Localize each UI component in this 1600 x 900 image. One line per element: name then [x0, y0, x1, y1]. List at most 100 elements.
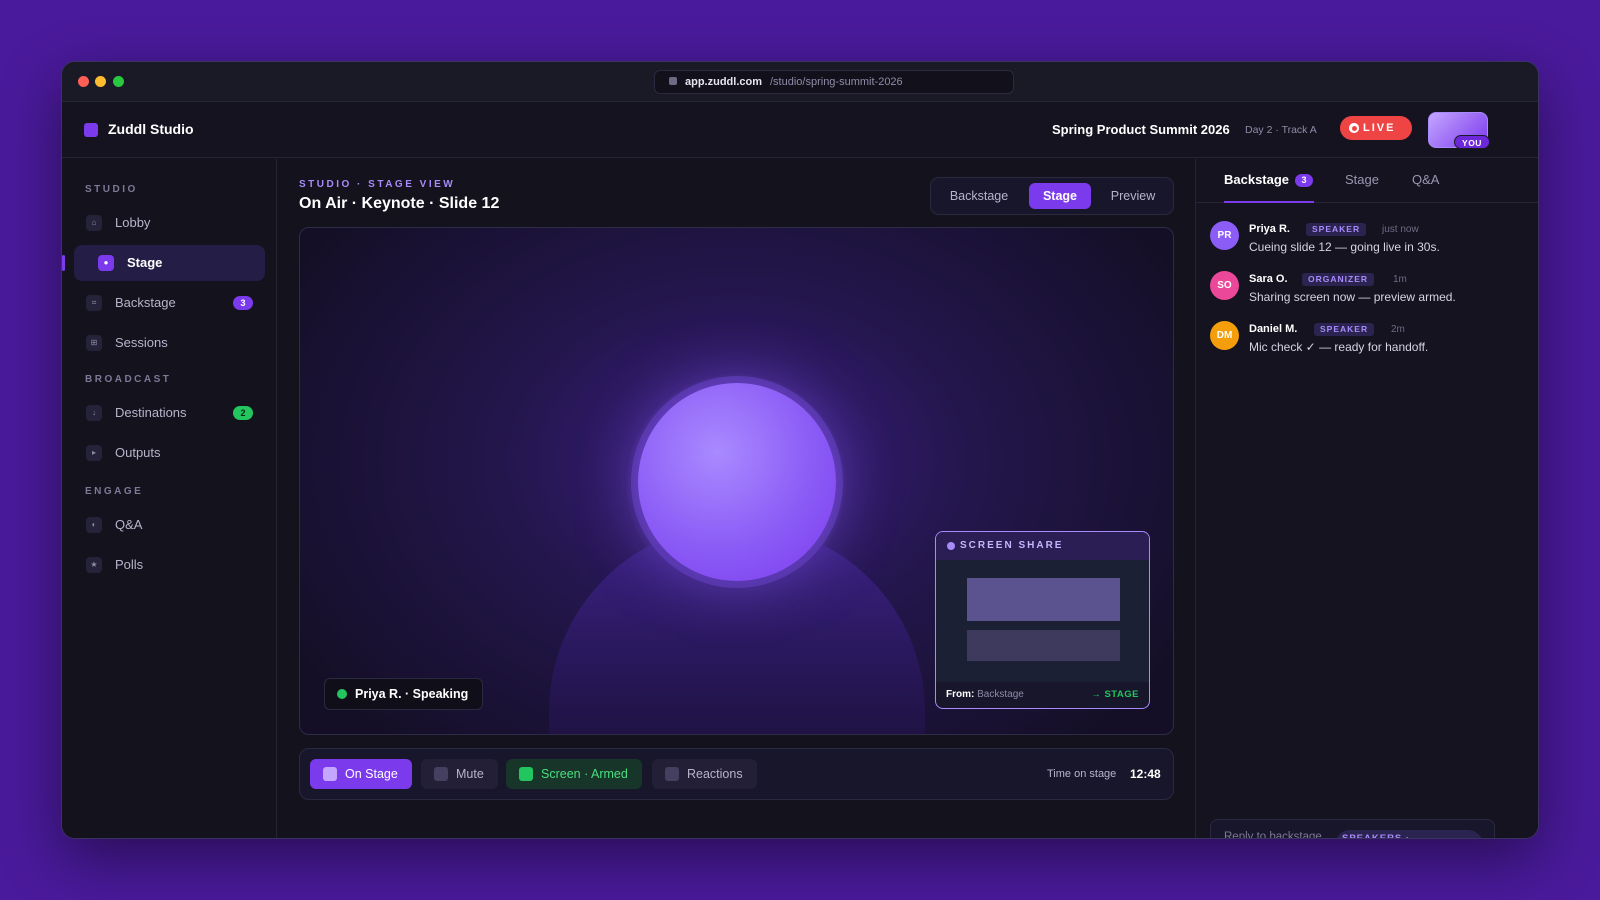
sidebar-section-engage: ENGAGE	[85, 486, 144, 497]
sidebar-item-backstage[interactable]: ⌗ Backstage 3	[74, 285, 265, 321]
screen-icon	[519, 767, 533, 781]
message-author: Daniel M.	[1249, 323, 1298, 335]
sidebar-item-label: Destinations	[115, 405, 187, 420]
backstage-count-badge: 3	[233, 296, 253, 310]
sidebar-item-label: Q&A	[115, 517, 143, 532]
close-window-button[interactable]	[78, 76, 89, 87]
chat-message: PR Priya R. SPEAKER just now Cueing slid…	[1210, 221, 1494, 265]
destinations-count-badge: 2	[233, 406, 253, 420]
tab-preview-view[interactable]: Preview	[1097, 183, 1169, 209]
message-time: 1m	[1393, 274, 1407, 285]
sidebar-item-label: Outputs	[115, 445, 161, 460]
on-stage-button[interactable]: On Stage	[310, 759, 412, 789]
maximize-window-button[interactable]	[113, 76, 124, 87]
message-author: Sara O.	[1249, 273, 1288, 285]
you-badge: YOU	[1454, 135, 1490, 149]
screen-share-preview[interactable]: SCREEN SHARE From: Backstage → STAGE	[935, 531, 1150, 709]
sidebar: STUDIO ⌂ Lobby ● Stage ⌗ Backstage 3 ⊞ S…	[62, 159, 277, 838]
active-tab-indicator	[1224, 201, 1314, 203]
tab-stage-view[interactable]: Stage	[1029, 183, 1091, 209]
screen-armed-label: Screen · Armed	[541, 767, 628, 781]
app-name: Zuddl Studio	[108, 121, 194, 137]
home-icon: ⌂	[86, 215, 102, 231]
chat-panel: Backstage 3 Stage Q&A PR Priya R. SPEAKER…	[1195, 159, 1538, 838]
stage-video[interactable]: Priya R. · Speaking SCREEN SHARE From: B…	[299, 227, 1174, 735]
tab-qa-chat[interactable]: Q&A	[1412, 172, 1439, 187]
destinations-icon: ↓	[86, 405, 102, 421]
sidebar-item-stage[interactable]: ● Stage	[62, 245, 265, 281]
message-time: just now	[1382, 224, 1419, 235]
lock-icon	[669, 77, 677, 85]
sidebar-item-qa[interactable]: ◐ Q&A	[74, 507, 265, 543]
sessions-icon: ⊞	[86, 335, 102, 351]
speaker-name-tag: Priya R. · Speaking	[324, 678, 484, 710]
role-badge: SPEAKER	[1306, 223, 1367, 236]
sidebar-item-label: Backstage	[115, 295, 176, 310]
tab-label: Backstage	[1224, 172, 1290, 187]
on-stage-label: On Stage	[345, 767, 398, 781]
avatar: SO	[1210, 271, 1239, 300]
screen-share-title: SCREEN SHARE	[960, 540, 1064, 551]
tab-backstage-view[interactable]: Backstage	[937, 183, 1021, 209]
message-text: Cueing slide 12 — going live in 30s.	[1249, 240, 1440, 254]
sidebar-item-label: Lobby	[115, 215, 151, 230]
sidebar-section-studio: STUDIO	[85, 184, 138, 195]
chat-tabs: Backstage 3 Stage Q&A	[1196, 159, 1538, 203]
screen-share-from-label: From:	[946, 689, 975, 700]
speaker-silhouette-head	[638, 383, 836, 581]
tab-stage-chat[interactable]: Stage	[1345, 172, 1379, 187]
chat-message: SO Sara O. ORGANIZER 1m Sharing screen n…	[1210, 271, 1494, 315]
event-subtitle: Day 2 · Track A	[1245, 124, 1317, 136]
send-to-stage-link[interactable]: → STAGE	[1091, 689, 1139, 700]
sidebar-item-sessions[interactable]: ⊞ Sessions	[74, 325, 265, 361]
message-time: 2m	[1391, 324, 1405, 335]
sidebar-item-outputs[interactable]: ▸ Outputs	[74, 435, 265, 471]
avatar: DM	[1210, 321, 1239, 350]
sidebar-item-destinations[interactable]: ↓ Destinations 2	[74, 395, 265, 431]
address-bar[interactable]: app.zuddl.com/studio/spring-summit-2026	[654, 70, 1014, 94]
time-on-stage-value: 12:48	[1130, 767, 1161, 781]
chat-message: DM Daniel M. SPEAKER 2m Mic check ✓ — re…	[1210, 321, 1494, 365]
reply-composer[interactable]: Reply to backstage SPEAKERS · ORGANIZERS	[1210, 819, 1495, 838]
logo-icon	[84, 123, 98, 137]
speaker-name-label: Priya R. · Speaking	[355, 687, 469, 701]
outputs-icon: ▸	[86, 445, 102, 461]
event-title: Spring Product Summit 2026	[1052, 122, 1230, 137]
qa-icon: ◐	[86, 517, 102, 533]
reactions-button[interactable]: Reactions	[652, 759, 757, 789]
live-label: LIVE	[1363, 122, 1396, 134]
audience-selector[interactable]: SPEAKERS · ORGANIZERS	[1335, 830, 1483, 838]
url-host: app.zuddl.com	[685, 76, 762, 88]
record-icon	[1349, 123, 1359, 133]
speaking-indicator-icon	[337, 689, 347, 699]
reply-input-placeholder[interactable]: Reply to backstage	[1224, 830, 1324, 838]
page-eyebrow: STUDIO · STAGE VIEW	[299, 179, 456, 190]
role-badge: ORGANIZER	[1302, 273, 1374, 286]
live-badge: LIVE	[1340, 116, 1412, 140]
mute-button[interactable]: Mute	[421, 759, 498, 789]
screen-share-button[interactable]: Screen · Armed	[506, 759, 642, 789]
message-text: Mic check ✓ — ready for handoff.	[1249, 340, 1429, 354]
app-header: Zuddl Studio Spring Product Summit 2026 …	[62, 102, 1538, 158]
sidebar-item-label: Stage	[127, 255, 163, 270]
mic-icon	[434, 767, 448, 781]
star-icon: ★	[86, 557, 102, 573]
stage-controls: On Stage Mute Screen · Armed Reactions T…	[299, 748, 1174, 800]
browser-titlebar: app.zuddl.com/studio/spring-summit-2026	[62, 62, 1538, 102]
avatar: PR	[1210, 221, 1239, 250]
sidebar-item-lobby[interactable]: ⌂ Lobby	[74, 205, 265, 241]
url-path: /studio/spring-summit-2026	[770, 76, 903, 88]
reactions-label: Reactions	[687, 767, 743, 781]
message-author: Priya R.	[1249, 223, 1290, 235]
reactions-icon	[665, 767, 679, 781]
minimize-window-button[interactable]	[95, 76, 106, 87]
on-stage-icon	[323, 767, 337, 781]
page-title: On Air · Keynote · Slide 12	[299, 195, 500, 212]
sidebar-item-label: Polls	[115, 557, 144, 572]
tab-backstage-chat[interactable]: Backstage 3	[1224, 172, 1314, 187]
screen-share-dot-icon	[947, 542, 955, 550]
screen-share-source: From: Backstage	[946, 689, 1024, 700]
view-switcher: Backstage Stage Preview	[930, 177, 1174, 215]
screen-share-header: SCREEN SHARE	[936, 532, 1149, 560]
sidebar-item-polls[interactable]: ★ Polls	[74, 547, 265, 583]
